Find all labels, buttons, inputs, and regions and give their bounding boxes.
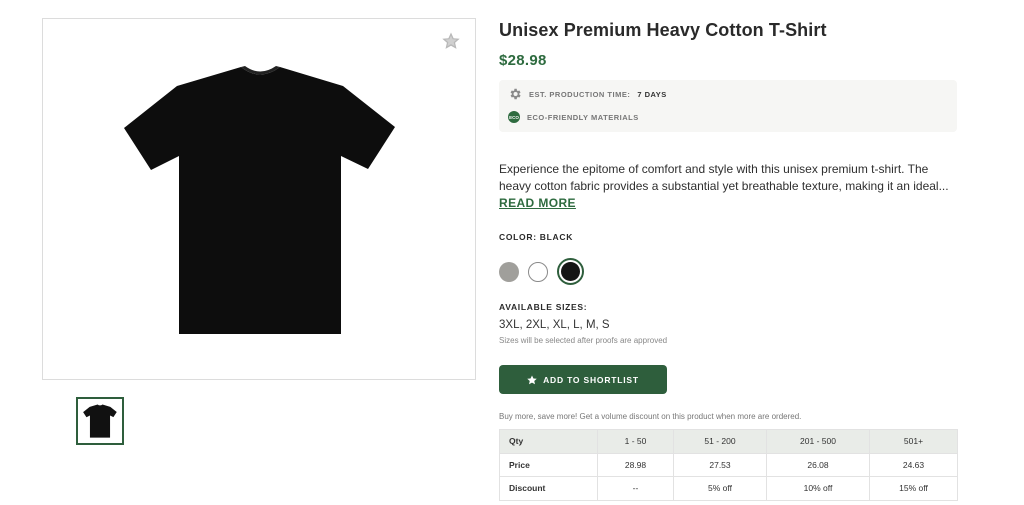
production-time-value: 7 DAYS bbox=[637, 89, 667, 99]
table-header-row: Qty 1 - 50 51 - 200 201 - 500 501+ bbox=[499, 429, 958, 454]
sizes-label: AVAILABLE SIZES: bbox=[499, 302, 588, 312]
star-icon[interactable] bbox=[441, 31, 461, 51]
eco-leaf-icon: ECO bbox=[508, 111, 520, 123]
table-header-cell: 1 - 50 bbox=[597, 429, 674, 454]
sizes-note: Sizes will be selected after proofs are … bbox=[499, 336, 668, 345]
read-more-link[interactable]: READ MORE bbox=[499, 196, 576, 210]
table-row-price: Price 28.98 27.53 26.08 24.63 bbox=[499, 452, 958, 477]
table-cell: 15% off bbox=[869, 476, 958, 501]
color-label: COLOR: BLACK bbox=[499, 232, 574, 242]
thumbnail-black-tshirt[interactable] bbox=[76, 397, 124, 445]
table-header-cell: Qty bbox=[499, 429, 598, 454]
table-header-cell: 501+ bbox=[869, 429, 958, 454]
color-swatches bbox=[499, 258, 584, 285]
shortlist-label: ADD TO SHORTLIST bbox=[543, 374, 639, 385]
table-cell: 26.08 bbox=[766, 452, 870, 477]
table-cell: 28.98 bbox=[597, 452, 674, 477]
color-swatch-white[interactable] bbox=[528, 261, 548, 282]
table-cell: -- bbox=[597, 476, 674, 501]
product-price: $28.98 bbox=[499, 52, 547, 69]
volume-discount-note: Buy more, save more! Get a volume discou… bbox=[499, 412, 802, 421]
color-swatch-gray[interactable] bbox=[499, 261, 519, 282]
table-cell: 5% off bbox=[673, 476, 767, 501]
eco-label: ECO-FRIENDLY MATERIALS bbox=[527, 112, 639, 122]
production-time-row: EST. PRODUCTION TIME: 7 DAYS bbox=[508, 87, 667, 101]
table-header-cell: 201 - 500 bbox=[766, 429, 870, 454]
gear-icon bbox=[510, 88, 521, 100]
product-info-box: EST. PRODUCTION TIME: 7 DAYS ECO ECO-FRI… bbox=[499, 80, 957, 132]
table-cell: 27.53 bbox=[673, 452, 767, 477]
add-to-shortlist-button[interactable]: ADD TO SHORTLIST bbox=[499, 365, 667, 394]
volume-pricing-table: Qty 1 - 50 51 - 200 201 - 500 501+ Price… bbox=[499, 429, 958, 501]
production-time-label: EST. PRODUCTION TIME: bbox=[529, 89, 631, 99]
product-title: Unisex Premium Heavy Cotton T-Shirt bbox=[499, 20, 827, 40]
table-row-discount: Discount -- 5% off 10% off 15% off bbox=[499, 476, 958, 501]
star-icon bbox=[527, 375, 537, 384]
table-cell: 10% off bbox=[766, 476, 870, 501]
table-cell: Discount bbox=[499, 476, 598, 501]
tshirt-image bbox=[124, 66, 395, 334]
product-image-frame bbox=[42, 18, 476, 380]
table-cell: Price bbox=[499, 452, 598, 477]
product-description: Experience the epitome of comfort and st… bbox=[499, 162, 949, 193]
tshirt-thumbnail-icon bbox=[83, 404, 117, 438]
table-cell: 24.63 bbox=[869, 452, 958, 477]
color-swatch-black-selected[interactable] bbox=[557, 258, 584, 285]
sizes-list: 3XL, 2XL, XL, L, M, S bbox=[499, 319, 610, 331]
eco-row: ECO ECO-FRIENDLY MATERIALS bbox=[508, 111, 639, 123]
table-header-cell: 51 - 200 bbox=[673, 429, 767, 454]
color-swatch-black bbox=[561, 262, 580, 281]
